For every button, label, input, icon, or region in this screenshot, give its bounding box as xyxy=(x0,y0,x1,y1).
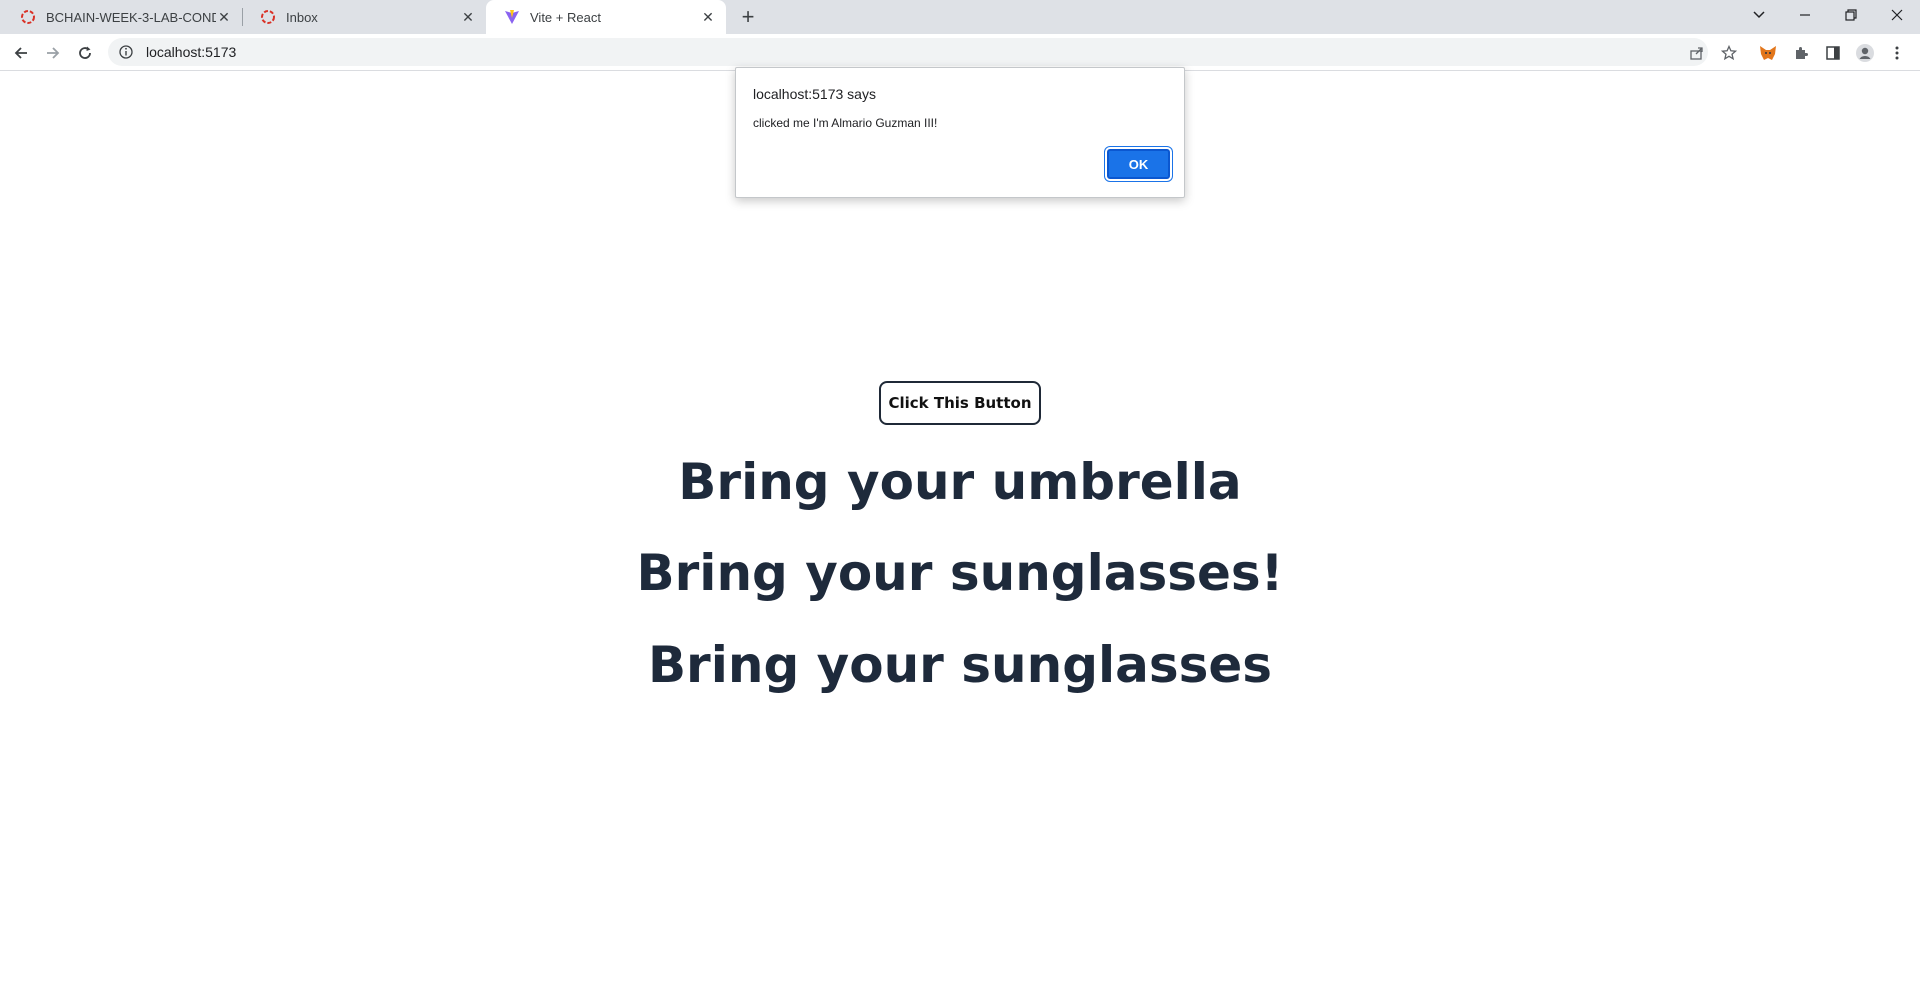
page-content: Click This Button Bring your umbrella Br… xyxy=(0,71,1920,1000)
ok-button[interactable]: OK xyxy=(1107,149,1170,179)
sunglasses-exclaim-message: Bring your sunglasses! xyxy=(636,544,1284,602)
chrome-menu-icon[interactable] xyxy=(1884,40,1910,66)
side-panel-icon[interactable] xyxy=(1820,40,1846,66)
metamask-fox-icon[interactable] xyxy=(1755,40,1781,66)
reload-icon[interactable] xyxy=(72,40,98,66)
minimize-icon[interactable] xyxy=(1782,0,1828,30)
umbrella-message: Bring your umbrella xyxy=(678,453,1242,511)
tab-bchain-lab[interactable]: BCHAIN-WEEK-3-LAB-CONDITIO ✕ xyxy=(2,0,242,34)
alert-title: localhost:5173 says xyxy=(753,86,876,102)
close-tab-icon[interactable]: ✕ xyxy=(700,9,716,25)
close-tab-icon[interactable]: ✕ xyxy=(460,9,476,25)
alert-message: clicked me I'm Almario Guzman III! xyxy=(753,116,938,130)
red-dashed-circle-icon xyxy=(20,9,36,25)
tab-search-icon[interactable] xyxy=(1736,0,1782,30)
tab-title: BCHAIN-WEEK-3-LAB-CONDITIO xyxy=(46,9,216,25)
vite-logo-icon xyxy=(504,9,520,25)
extensions-puzzle-icon[interactable] xyxy=(1788,40,1814,66)
site-info-icon[interactable] xyxy=(118,44,134,60)
new-tab-button[interactable]: + xyxy=(736,4,760,29)
bookmark-star-icon[interactable] xyxy=(1716,40,1742,66)
click-this-button[interactable]: Click This Button xyxy=(879,381,1041,425)
tab-vite-react[interactable]: Vite + React ✕ xyxy=(486,0,726,34)
restore-icon[interactable] xyxy=(1828,0,1874,30)
tab-title: Vite + React xyxy=(530,9,601,25)
back-arrow-icon[interactable] xyxy=(8,40,34,66)
alert-dialog: localhost:5173 says clicked me I'm Almar… xyxy=(735,67,1185,198)
browser-toolbar: localhost:5173 xyxy=(0,34,1920,71)
tab-inbox[interactable]: Inbox ✕ xyxy=(242,0,486,34)
url-text: localhost:5173 xyxy=(146,44,237,60)
share-icon[interactable] xyxy=(1684,40,1710,66)
forward-arrow-icon[interactable] xyxy=(40,40,66,66)
profile-avatar-icon[interactable] xyxy=(1852,40,1878,66)
tab-strip: BCHAIN-WEEK-3-LAB-CONDITIO ✕ Inbox ✕ Vit… xyxy=(0,0,1920,34)
red-dashed-circle-icon xyxy=(260,9,276,25)
close-tab-icon[interactable]: ✕ xyxy=(216,9,232,25)
close-window-icon[interactable] xyxy=(1874,0,1920,30)
sunglasses-message: Bring your sunglasses xyxy=(647,636,1273,694)
address-bar[interactable]: localhost:5173 xyxy=(108,38,1708,66)
tab-title: Inbox xyxy=(286,9,318,25)
